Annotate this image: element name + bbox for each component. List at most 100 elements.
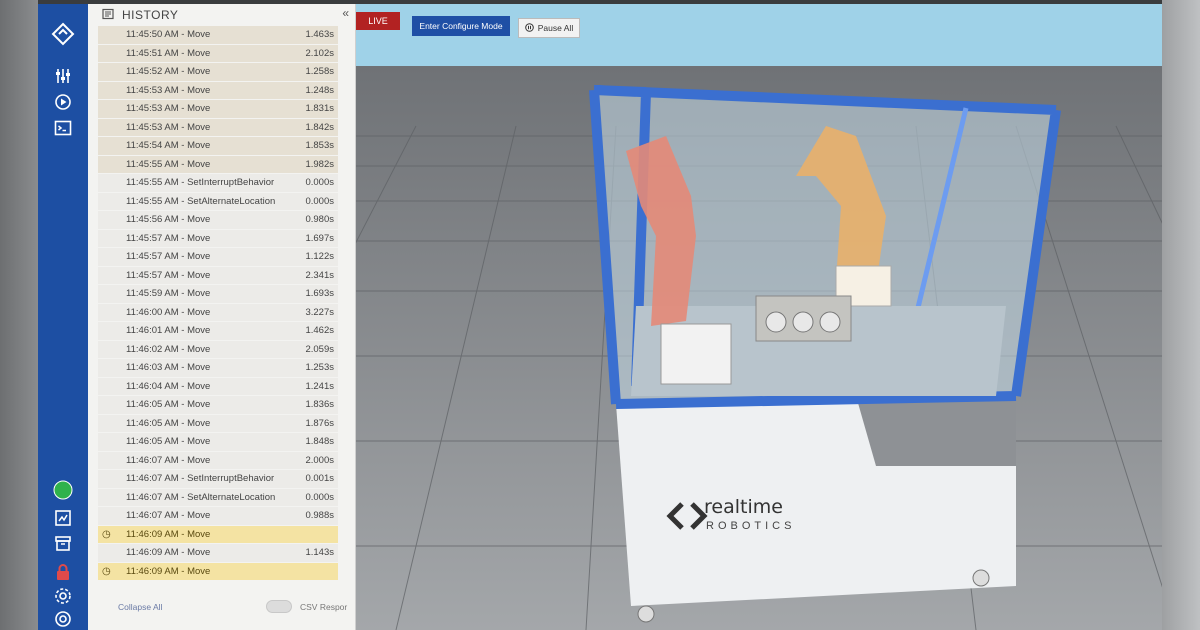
history-row[interactable]: 11:46:07 AM - SetAlternateLocation 0.000s [98, 488, 338, 507]
lock-icon[interactable] [51, 560, 75, 584]
archive-icon[interactable] [51, 531, 75, 555]
3d-viewport[interactable]: realtime ROBOTICS [356, 66, 1162, 630]
csv-toggle[interactable] [266, 600, 292, 613]
history-row-duration: 1.842s [305, 121, 334, 133]
history-row[interactable]: 11:45:57 AM - Move 2.341s [98, 266, 338, 285]
history-row[interactable]: 11:45:50 AM - Move 1.463s [98, 26, 338, 45]
history-row-label: 11:46:07 AM - Move [126, 454, 211, 466]
history-row-duration: 0.000s [305, 195, 334, 207]
history-row-label: 11:46:00 AM - Move [126, 306, 211, 318]
chart-icon[interactable] [51, 506, 75, 530]
gear-icon[interactable] [51, 584, 75, 608]
history-row[interactable]: ◷ 11:46:09 AM - Move [98, 562, 338, 581]
history-row[interactable]: 11:46:07 AM - Move 0.988s [98, 507, 338, 526]
history-row[interactable]: 11:45:51 AM - Move 2.102s [98, 44, 338, 63]
app-screen: HISTORY « 11:45:50 AM - Move 1.463s 11:45:… [38, 4, 1162, 630]
logo-icon[interactable] [51, 22, 75, 46]
history-row[interactable]: 11:46:00 AM - Move 3.227s [98, 303, 338, 322]
history-row-label: 11:46:07 AM - SetInterruptBehavior [126, 473, 275, 485]
history-row-label: 11:45:53 AM - Move [126, 121, 211, 133]
pause-all-button[interactable]: Pause All [518, 18, 580, 38]
history-row[interactable]: 11:46:05 AM - Move 1.848s [98, 433, 338, 452]
history-row-label: 11:45:52 AM - Move [126, 66, 211, 78]
history-row[interactable]: 11:45:52 AM - Move 1.258s [98, 63, 338, 82]
collapse-all-link[interactable]: Collapse All [118, 602, 162, 612]
history-row-duration: 0.980s [305, 214, 334, 226]
history-row-label: 11:46:09 AM - Move [126, 528, 211, 540]
brand-wordmark: realtime ROBOTICS [666, 496, 836, 544]
history-row-label: 11:45:57 AM - Move [126, 232, 211, 244]
history-row[interactable]: 11:46:09 AM - Move 1.143s [98, 544, 338, 563]
history-row[interactable]: 11:45:55 AM - Move 1.982s [98, 155, 338, 174]
history-row-label: 11:45:54 AM - Move [126, 140, 211, 152]
history-row-label: 11:45:50 AM - Move [126, 29, 211, 41]
history-row[interactable]: 11:46:05 AM - Move 1.836s [98, 396, 338, 415]
history-header: HISTORY [88, 4, 355, 26]
history-row-label: 11:45:59 AM - Move [126, 288, 211, 300]
history-row-label: 11:46:09 AM - Move [126, 565, 211, 577]
history-row[interactable]: 11:46:04 AM - Move 1.241s [98, 377, 338, 396]
history-row-label: 11:46:01 AM - Move [126, 325, 211, 337]
history-row-duration: 1.253s [305, 362, 334, 374]
history-row[interactable]: 11:45:54 AM - Move 1.853s [98, 137, 338, 156]
history-row-duration: 0.988s [305, 510, 334, 522]
history-row[interactable]: 11:45:53 AM - Move 1.248s [98, 81, 338, 100]
history-row[interactable]: 11:45:59 AM - Move 1.693s [98, 285, 338, 304]
history-row[interactable]: 11:45:55 AM - SetAlternateLocation 0.000s [98, 192, 338, 211]
history-row-duration: 1.831s [305, 103, 334, 115]
help-icon[interactable] [51, 607, 75, 630]
history-row-duration: 1.848s [305, 436, 334, 448]
history-row[interactable]: 11:46:01 AM - Move 1.462s [98, 322, 338, 341]
clock-icon: ◷ [102, 565, 111, 577]
history-row-duration: 2.059s [305, 343, 334, 355]
history-row-duration: 2.000s [305, 454, 334, 466]
history-row-duration: 1.693s [305, 288, 334, 300]
collapse-panel-button[interactable]: « [342, 6, 349, 20]
clock-icon: ◷ [102, 528, 111, 540]
history-row-duration: 3.227s [305, 306, 334, 318]
history-row[interactable]: 11:45:57 AM - Move 1.122s [98, 248, 338, 267]
history-row-label: 11:46:04 AM - Move [126, 380, 211, 392]
history-row-label: 11:45:55 AM - SetAlternateLocation [126, 195, 276, 207]
monitor-left-bezel [0, 0, 38, 630]
history-row-label: 11:45:56 AM - Move [126, 214, 211, 226]
history-title: HISTORY [122, 8, 179, 22]
nav-rail [38, 4, 88, 630]
history-row-duration: 1.462s [305, 325, 334, 337]
fan-tray [755, 295, 852, 342]
history-row[interactable]: 11:46:02 AM - Move 2.059s [98, 340, 338, 359]
history-row-duration: 2.341s [305, 269, 334, 281]
history-row-label: 11:46:07 AM - SetAlternateLocation [126, 491, 276, 503]
top-toolbar: LIVE Enter Configure Mode Pause All [356, 4, 1162, 66]
history-row[interactable]: 11:45:53 AM - Move 1.831s [98, 100, 338, 119]
history-row-duration: 0.000s [305, 177, 334, 189]
history-row-label: 11:46:09 AM - Move [126, 547, 211, 559]
history-row[interactable]: 11:45:55 AM - SetInterruptBehavior 0.000s [98, 174, 338, 193]
live-button[interactable]: LIVE [356, 12, 400, 30]
history-row-label: 11:45:53 AM - Move [126, 84, 211, 96]
history-row-duration: 1.241s [305, 380, 334, 392]
history-row-label: 11:46:05 AM - Move [126, 436, 211, 448]
history-row[interactable]: 11:46:07 AM - SetInterruptBehavior 0.001s [98, 470, 338, 489]
sliders-icon[interactable] [51, 64, 75, 88]
history-row-label: 11:46:05 AM - Move [126, 399, 211, 411]
history-row-duration: 1.836s [305, 399, 334, 411]
history-row[interactable]: 11:46:05 AM - Move 1.876s [98, 414, 338, 433]
history-row-label: 11:46:07 AM - Move [126, 510, 211, 522]
enter-configure-mode-button[interactable]: Enter Configure Mode [412, 16, 510, 36]
history-row[interactable]: 11:45:56 AM - Move 0.980s [98, 211, 338, 230]
pause-icon [524, 22, 534, 34]
history-row-label: 11:45:55 AM - Move [126, 158, 211, 170]
scene-render [356, 66, 1162, 630]
history-row[interactable]: ◷ 11:46:09 AM - Move [98, 525, 338, 544]
monitor-right-bezel [1162, 0, 1200, 630]
play-circle-icon[interactable] [51, 90, 75, 114]
history-row-duration: 1.258s [305, 66, 334, 78]
history-row[interactable]: 11:45:53 AM - Move 1.842s [98, 118, 338, 137]
history-row[interactable]: 11:46:03 AM - Move 1.253s [98, 359, 338, 378]
history-icon [102, 8, 114, 23]
history-row[interactable]: 11:45:57 AM - Move 1.697s [98, 229, 338, 248]
terminal-icon[interactable] [51, 116, 75, 140]
history-row[interactable]: 11:46:07 AM - Move 2.000s [98, 451, 338, 470]
history-panel: HISTORY « 11:45:50 AM - Move 1.463s 11:45:… [88, 4, 356, 630]
